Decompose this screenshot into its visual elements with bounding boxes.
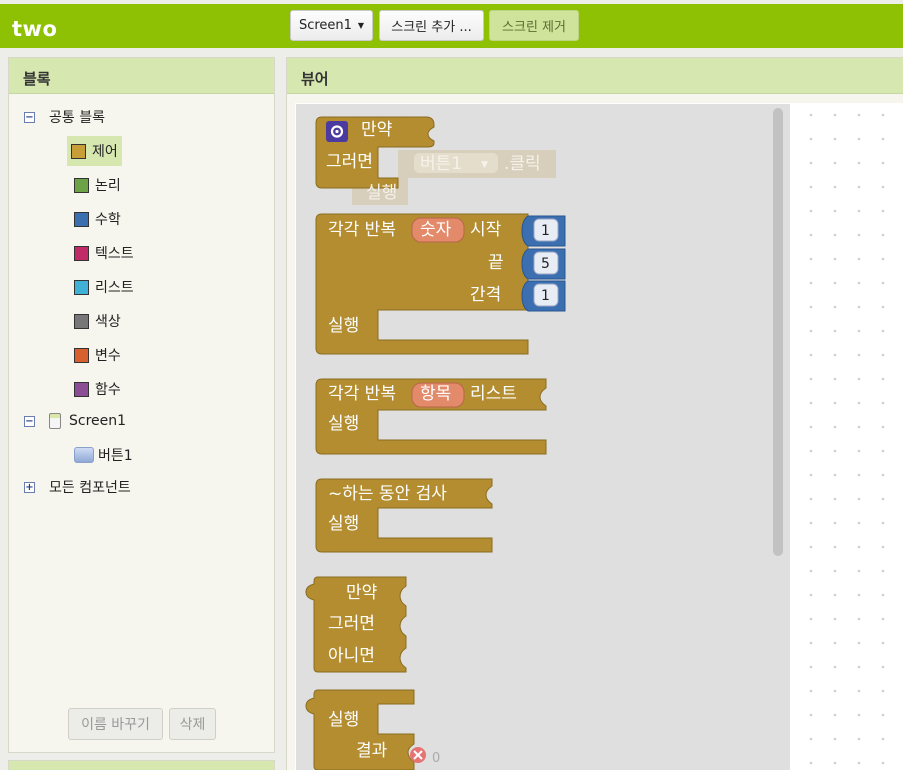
for-each-do-label: 실행 (328, 414, 359, 434)
for-each-prefix: 각각 반복 (328, 384, 396, 404)
ghost-component-label: 버튼1 (420, 154, 462, 174)
result-label: 결과 (356, 741, 388, 761)
for-range-to-value[interactable]: 5 (541, 256, 550, 272)
if-label: 만약 (346, 583, 377, 603)
for-range-var: 숫자 (420, 220, 452, 240)
do-label: 실행 (328, 710, 359, 730)
for-range-to-label: 끝 (488, 253, 504, 273)
while-do-label: 실행 (328, 514, 359, 534)
ghost-event-label: .클릭 (504, 154, 541, 174)
for-range-do-label: 실행 (328, 316, 359, 336)
for-range-from-label: 시작 (470, 220, 502, 240)
for-range-by-label: 간격 (470, 285, 501, 305)
for-each-list-label: 리스트 (470, 384, 517, 404)
ghost-chevron-icon: ▼ (481, 160, 488, 170)
for-range-prefix: 각각 반복 (328, 220, 396, 240)
event-when-label: 만약 (361, 120, 392, 140)
event-do-label: 그러면 (326, 152, 373, 172)
for-each-var: 항목 (420, 384, 451, 404)
result-value: 0 (432, 751, 440, 766)
ghost-do-label: 실행 (366, 183, 397, 203)
then-label: 그러면 (328, 614, 375, 634)
for-range-from-value[interactable]: 1 (541, 223, 550, 239)
while-label: ~하는 동안 검사 (328, 484, 447, 504)
for-range-by-value[interactable]: 1 (541, 288, 550, 304)
blocks-canvas: 만약 그러면 버튼1 ▼ .클릭 실행 각각 반복 숫자 시작 끝 간격 실행 … (305, 116, 566, 770)
else-label: 아니면 (328, 646, 375, 666)
